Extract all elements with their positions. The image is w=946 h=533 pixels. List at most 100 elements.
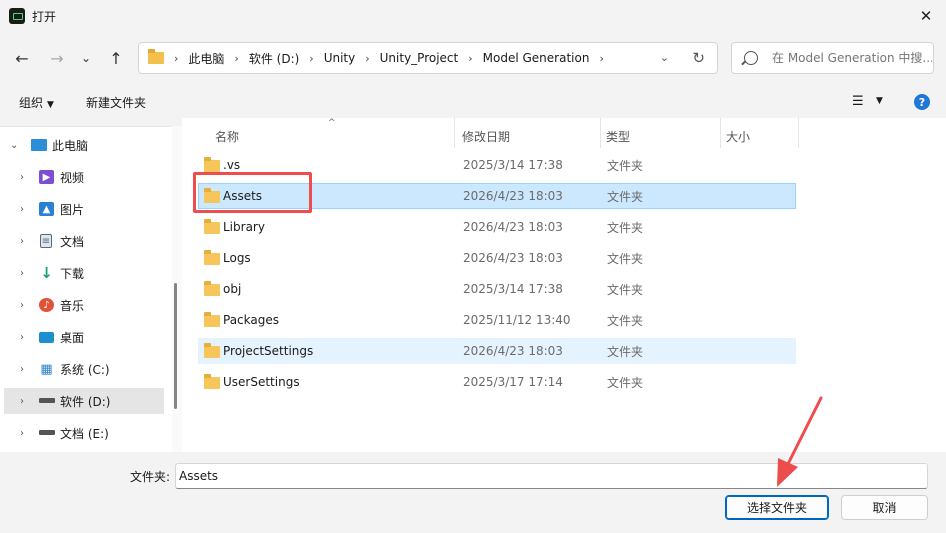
sidebar-item-music[interactable]: › ♪ 音乐	[4, 292, 164, 318]
file-type: 文件夹	[607, 313, 644, 328]
folder-icon	[204, 343, 220, 358]
file-name: UserSettings	[223, 375, 300, 389]
chevron-right-icon[interactable]: ›	[20, 236, 24, 247]
folder-icon	[204, 312, 220, 327]
music-icon: ♪	[39, 298, 54, 312]
breadcrumb-drive-d[interactable]: 软件 (D:)	[249, 50, 299, 67]
documents-icon: ≡	[40, 234, 52, 248]
breadcrumb-this-pc[interactable]: 此电脑	[188, 50, 224, 67]
breadcrumb-unity-project[interactable]: Unity_Project	[380, 51, 459, 65]
forward-button[interactable]: →	[44, 45, 70, 71]
sidebar-item-label: 音乐	[60, 298, 85, 313]
sidebar-item-label: 图片	[60, 202, 85, 217]
chevron-right-icon[interactable]: ›	[599, 52, 603, 65]
chevron-right-icon[interactable]: ›	[20, 332, 24, 343]
sort-ascending-icon: ^	[328, 118, 336, 128]
chevron-down-icon: ▼	[47, 100, 54, 110]
back-button[interactable]: ←	[9, 45, 35, 71]
up-button[interactable]: ↑	[103, 45, 129, 71]
help-icon[interactable]: ?	[914, 94, 930, 110]
folder-icon	[204, 374, 220, 389]
folder-icon	[204, 250, 220, 265]
computer-icon	[31, 139, 47, 151]
table-row[interactable]: obj 2025/3/14 17:38 文件夹	[198, 276, 796, 302]
organize-button[interactable]: 组织 ▼	[19, 94, 54, 111]
search-input[interactable]	[772, 51, 932, 65]
column-header-modified[interactable]: 修改日期	[462, 122, 510, 150]
folder-field-label: 文件夹:	[130, 470, 171, 484]
chevron-down-icon[interactable]: ▼	[876, 96, 883, 106]
column-header-name[interactable]: 名称	[215, 122, 239, 150]
sidebar-item-drive-d[interactable]: › 软件 (D:)	[4, 388, 164, 414]
chevron-down-icon[interactable]: ⌄	[10, 140, 18, 151]
folder-icon	[204, 281, 220, 296]
chevron-right-icon[interactable]: ›	[20, 172, 24, 183]
column-header-size[interactable]: 大小	[726, 122, 750, 150]
table-row[interactable]: UserSettings 2025/3/17 17:14 文件夹	[198, 369, 796, 395]
chevron-right-icon[interactable]: ›	[20, 396, 24, 407]
select-folder-button[interactable]: 选择文件夹	[725, 495, 829, 520]
file-modified: 2025/3/14 17:38	[463, 158, 563, 172]
file-modified: 2026/4/23 18:03	[463, 220, 563, 234]
column-header-type[interactable]: 类型	[606, 122, 630, 150]
file-name: .vs	[223, 158, 241, 172]
close-button[interactable]: ✕	[906, 0, 946, 32]
organize-label: 组织	[19, 96, 44, 110]
cancel-button[interactable]: 取消	[841, 495, 928, 520]
search-icon	[744, 51, 758, 65]
table-row[interactable]: Packages 2025/11/12 13:40 文件夹	[198, 307, 796, 333]
command-bar: 组织 ▼ 新建文件夹 ☰ ▼	[0, 86, 946, 118]
table-row[interactable]: ProjectSettings 2026/4/23 18:03 文件夹	[198, 338, 796, 364]
breadcrumb-unity[interactable]: Unity	[324, 51, 356, 65]
chevron-right-icon[interactable]: ›	[468, 52, 472, 65]
file-name: Logs	[223, 251, 251, 265]
chevron-right-icon[interactable]: ›	[20, 268, 24, 279]
file-name: Library	[223, 220, 265, 234]
chevron-right-icon[interactable]: ›	[20, 300, 24, 311]
address-bar[interactable]: › 此电脑 › 软件 (D:) › Unity › Unity_Project …	[138, 42, 718, 74]
chevron-right-icon[interactable]: ›	[309, 52, 313, 65]
chevron-right-icon[interactable]: ›	[20, 428, 24, 439]
column-divider[interactable]	[720, 118, 721, 148]
drive-icon	[39, 398, 55, 403]
refresh-icon[interactable]: ↻	[692, 49, 705, 67]
window-title: 打开	[32, 10, 57, 24]
chevron-right-icon[interactable]: ›	[365, 52, 369, 65]
file-modified: 2026/4/23 18:03	[463, 251, 563, 265]
file-modified: 2025/3/14 17:38	[463, 282, 563, 296]
sidebar-scrollbar-thumb[interactable]	[174, 283, 177, 409]
recent-locations-button[interactable]: ⌄	[75, 45, 97, 71]
sidebar-item-videos[interactable]: › ▶ 视频	[4, 164, 164, 190]
search-box[interactable]	[731, 42, 934, 74]
sidebar-item-drive-c[interactable]: › ▦ 系统 (C:)	[4, 356, 164, 382]
navigation-pane: ⌄ 此电脑 › ▶ 视频 › ▲ 图片 › ≡ 文档 › ↓ 下载 › ♪ 音乐…	[0, 126, 172, 452]
chevron-right-icon[interactable]: ›	[20, 204, 24, 215]
downloads-icon: ↓	[40, 264, 53, 282]
folder-icon	[204, 157, 220, 172]
sidebar-item-downloads[interactable]: › ↓ 下载	[4, 260, 164, 286]
file-modified: 2026/4/23 18:03	[463, 189, 563, 203]
view-options-icon[interactable]: ☰	[852, 94, 864, 109]
file-type: 文件夹	[607, 158, 644, 173]
breadcrumb-model-generation[interactable]: Model Generation	[483, 51, 590, 65]
sidebar-item-desktop[interactable]: › 桌面	[4, 324, 164, 350]
column-divider[interactable]	[600, 118, 601, 148]
column-divider[interactable]	[798, 118, 799, 148]
folder-name-field[interactable]	[175, 463, 928, 489]
file-modified: 2025/11/12 13:40	[463, 313, 571, 327]
file-type: 文件夹	[607, 189, 644, 204]
table-row[interactable]: Library 2026/4/23 18:03 文件夹	[198, 214, 796, 240]
sidebar-item-pictures[interactable]: › ▲ 图片	[4, 196, 164, 222]
chevron-right-icon[interactable]: ›	[20, 364, 24, 375]
sidebar-item-this-pc[interactable]: ⌄ 此电脑	[4, 132, 164, 158]
address-history-dropdown[interactable]: ⌄	[660, 51, 669, 64]
chevron-right-icon[interactable]: ›	[234, 52, 238, 65]
table-row[interactable]: Logs 2026/4/23 18:03 文件夹	[198, 245, 796, 271]
new-folder-button[interactable]: 新建文件夹	[86, 94, 146, 111]
folder-icon	[148, 49, 164, 64]
column-divider[interactable]	[454, 118, 455, 148]
chevron-right-icon: ›	[174, 51, 179, 65]
sidebar-item-documents[interactable]: › ≡ 文档	[4, 228, 164, 254]
sidebar-item-drive-e[interactable]: › 文档 (E:)	[4, 420, 164, 446]
desktop-icon	[39, 331, 54, 343]
